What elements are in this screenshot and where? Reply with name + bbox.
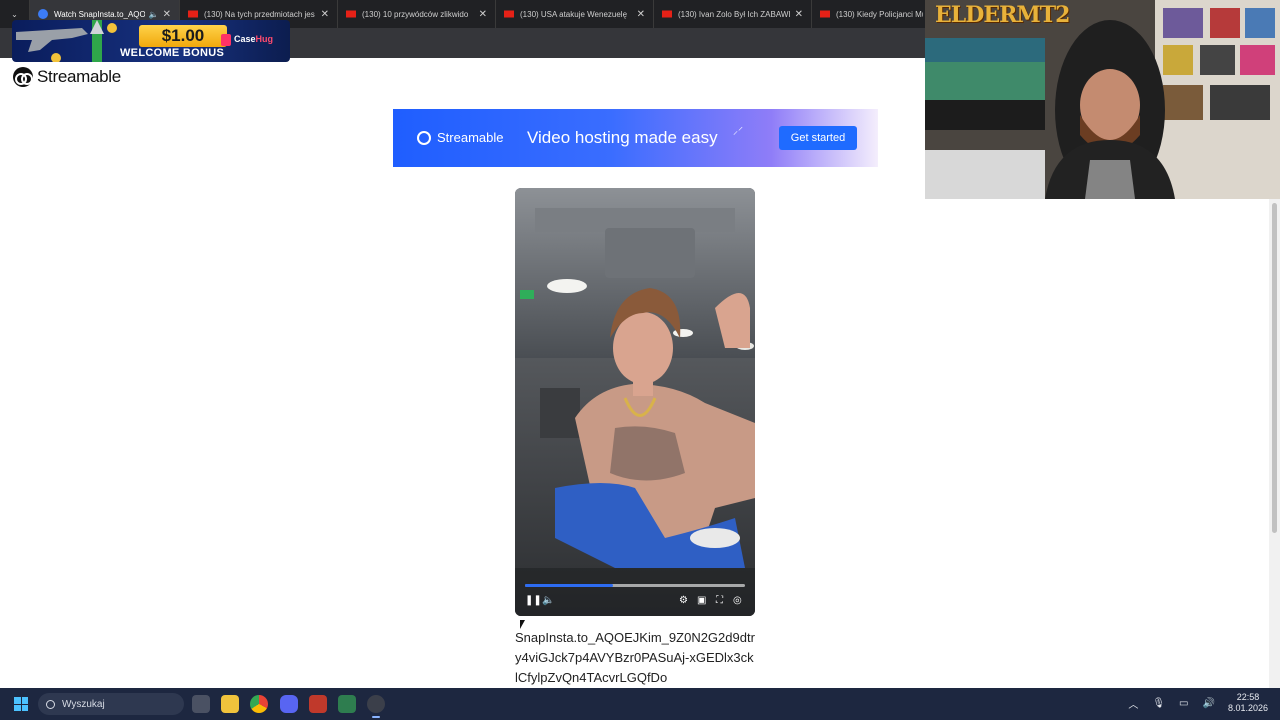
close-tab-icon[interactable]: ✕ [479,9,487,20]
system-tray: ︿ 🎙 ▭ 🔊 22:58 8.01.2026 [1121,692,1268,714]
sparkle-icon: ⸝⸍ [733,126,743,137]
task-view-icon[interactable] [192,695,210,713]
youtube-favicon-icon [346,10,356,18]
chevron-up-icon[interactable]: ︿ [1128,696,1138,711]
microphone-icon[interactable]: 🎙 [1152,698,1165,709]
tab-title: (130) 10 przywódców zlikwido [362,9,469,19]
video-title: SnapInsta.to_AQOEJKim_9Z0N2G2d9dtry4viGJ… [515,630,755,685]
file-explorer-icon[interactable] [221,695,239,713]
tab-title: Watch SnapInsta.to_AQOEJKim [54,9,145,19]
windows-start-icon[interactable] [14,697,28,711]
close-tab-icon[interactable]: ✕ [163,9,171,20]
app-icon[interactable] [309,695,327,713]
fullscreen-icon[interactable]: ⛶ [716,595,723,607]
ad-tagline: Video hosting made easy [527,128,718,147]
streamable-favicon-icon [38,9,48,19]
pip-icon[interactable]: ▣ [697,595,706,607]
webcam-feed [925,0,1280,199]
tab-youtube-3[interactable]: (130) USA atakuje Wenezuelę ✕ [496,0,654,28]
stream-overlay-logo: ELDERMT2 [935,2,1070,28]
ad-brand: Streamable [417,130,503,145]
youtube-favicon-icon [820,10,830,18]
video-frame [515,188,755,616]
clock-time: 22:58 [1236,692,1260,702]
weapon-illustration-icon [16,20,117,62]
settings-icon[interactable]: ⚙ [679,595,688,607]
promo-brand-b: Hug [255,34,274,44]
speaker-icon[interactable]: 🔈 [149,10,159,19]
streamable-mark-icon [417,130,431,145]
windows-taskbar: Wyszukaj ︿ 🎙 ▭ 🔊 22:58 8.01.2026 [0,688,1280,720]
tab-youtube-5[interactable]: (130) Kiedy Policjanci Mu [812,0,932,28]
bonus-amount: $1.00 [139,25,227,47]
close-tab-icon[interactable]: ✕ [637,9,645,20]
close-tab-icon[interactable]: ✕ [321,9,329,20]
taskbar-clock[interactable]: 22:58 8.01.2026 [1228,692,1268,714]
get-started-button[interactable]: Get started [779,126,857,150]
tab-title: (130) USA atakuje Wenezuelę [520,9,628,19]
streamable-mark-icon [13,67,33,87]
webcam-overlay: ELDERMT2 [925,0,1280,199]
chrome-icon[interactable] [250,695,268,713]
pause-icon[interactable]: ❚❚ [525,595,542,607]
video-progress-bar[interactable] [525,584,745,587]
mouse-cursor-icon [520,620,525,629]
bonus-label: WELCOME BONUS [120,47,225,59]
tab-youtube-2[interactable]: (130) 10 przywódców zlikwido ✕ [338,0,496,28]
excel-icon[interactable] [338,695,356,713]
search-placeholder: Wyszukaj [62,698,105,710]
discord-icon[interactable] [280,695,298,713]
welcome-bonus-promo[interactable]: $1.00 WELCOME BONUS CaseHug [12,20,290,62]
close-tab-icon[interactable]: ✕ [795,9,803,20]
chevron-down-icon: ⌄ [11,9,18,19]
video-player[interactable]: ❚❚ 🔈 ⚙ ▣ ⛶ ◎ [515,188,755,616]
streamable-logo[interactable]: Streamable [13,67,121,87]
volume-icon[interactable]: 🔈 [542,595,554,607]
youtube-favicon-icon [188,10,198,18]
tab-title: (130) Ivan Zolo Był Ich ZABAWI [678,9,791,19]
casehug-logo-icon [221,34,231,46]
streamable-icon[interactable]: ◎ [733,595,742,607]
screen: ⌄ Watch SnapInsta.to_AQOEJKim 🔈 ✕ (130) … [0,0,1280,720]
logo-text: Streamable [37,67,121,86]
video-progress-fill [525,584,613,587]
page-scrollbar[interactable] [1269,199,1280,688]
youtube-favicon-icon [662,10,672,18]
clock-date: 8.01.2026 [1227,703,1268,713]
promo-brand: CaseHug [234,34,273,44]
tab-youtube-4[interactable]: (130) Ivan Zolo Był Ich ZABAWI ✕ [654,0,812,28]
ad-brand-text: Streamable [437,130,504,145]
youtube-favicon-icon [504,10,514,18]
scrollbar-thumb[interactable] [1272,203,1277,533]
tab-title: (130) Na tych przedmiotach jes [204,9,315,19]
tab-title: (130) Kiedy Policjanci Mu [836,9,923,19]
search-icon [46,699,55,709]
network-icon[interactable]: ▭ [1179,698,1188,709]
ad-banner[interactable]: Streamable Video hosting made easy ⸝⸍ Ge… [393,109,878,167]
obs-icon[interactable] [367,695,385,718]
promo-brand-a: Case [234,34,256,44]
taskbar-search[interactable]: Wyszukaj [38,693,184,715]
speaker-icon[interactable]: 🔊 [1203,698,1215,709]
